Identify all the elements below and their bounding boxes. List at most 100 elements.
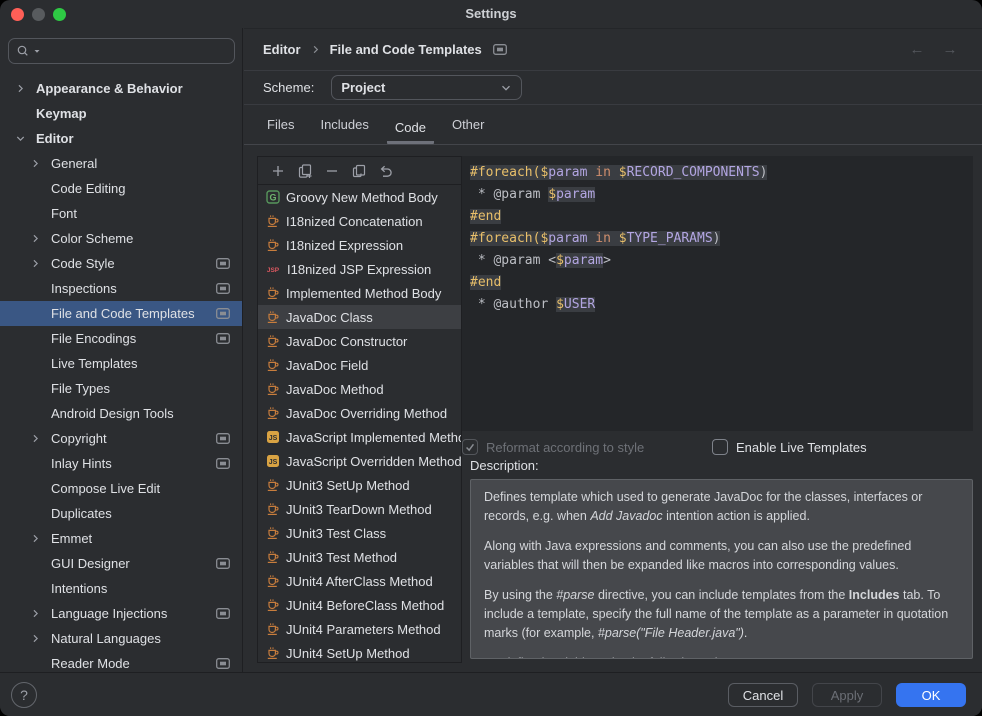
template-item-junit4-parameters-method[interactable]: JUnit4 Parameters Method — [258, 617, 461, 641]
sidebar-item-file-and-code-templates[interactable]: File and Code Templates — [0, 301, 242, 326]
back-button[interactable]: ← — [909, 42, 925, 58]
sidebar-item-android-design-tools[interactable]: Android Design Tools — [0, 401, 242, 426]
tab-other[interactable]: Other — [444, 117, 493, 144]
sidebar-item-natural-languages[interactable]: Natural Languages — [0, 626, 242, 651]
sidebar-item-file-types[interactable]: File Types — [0, 376, 242, 401]
tab-includes[interactable]: Includes — [312, 117, 376, 144]
chevron-right-icon[interactable] — [28, 633, 42, 644]
sidebar-item-copyright[interactable]: Copyright — [0, 426, 242, 451]
sidebar-item-label: Natural Languages — [51, 631, 161, 646]
template-item-junit4-setup-method[interactable]: JUnit4 SetUp Method — [258, 641, 461, 663]
search-input[interactable] — [8, 38, 235, 64]
sidebar-item-code-editing[interactable]: Code Editing — [0, 176, 242, 201]
template-item-javadoc-class[interactable]: JavaDoc Class — [258, 305, 461, 329]
create-child-template-button[interactable] — [291, 160, 318, 182]
sidebar-item-label: Code Style — [51, 256, 115, 271]
window-title: Settings — [0, 0, 982, 28]
sidebar-item-keymap[interactable]: Keymap — [0, 101, 242, 126]
sidebar-item-inspections[interactable]: Inspections — [0, 276, 242, 301]
sidebar-item-language-injections[interactable]: Language Injections — [0, 601, 242, 626]
copy-template-button[interactable] — [345, 160, 372, 182]
template-item-junit4-afterclass-method[interactable]: JUnit4 AfterClass Method — [258, 569, 461, 593]
description-paragraph: Along with Java expressions and comments… — [484, 537, 959, 575]
apply-button[interactable]: Apply — [812, 683, 882, 707]
sidebar-item-emmet[interactable]: Emmet — [0, 526, 242, 551]
zoom-button[interactable] — [53, 8, 66, 21]
close-button[interactable] — [11, 8, 24, 21]
enable-live-templates-checkbox[interactable]: Enable Live Templates — [712, 439, 867, 455]
reformat-checkbox[interactable]: Reformat according to style — [462, 439, 644, 455]
template-item-javadoc-overriding-method[interactable]: JavaDoc Overriding Method — [258, 401, 461, 425]
template-item-javadoc-constructor[interactable]: JavaDoc Constructor — [258, 329, 461, 353]
chevron-right-icon — [310, 44, 321, 55]
settings-badge-icon — [216, 333, 230, 344]
template-item-junit4-beforeclass-method[interactable]: JUnit4 BeforeClass Method — [258, 593, 461, 617]
chevron-right-icon[interactable] — [28, 258, 42, 269]
sidebar-item-code-style[interactable]: Code Style — [0, 251, 242, 276]
template-item-junit3-setup-method[interactable]: JUnit3 SetUp Method — [258, 473, 461, 497]
search-history-caret-icon[interactable] — [33, 47, 41, 55]
sidebar-item-duplicates[interactable]: Duplicates — [0, 501, 242, 526]
minimize-button[interactable] — [32, 8, 45, 21]
template-item-i18nized-jsp-expression[interactable]: JSPI18nized JSP Expression — [258, 257, 461, 281]
sidebar-item-font[interactable]: Font — [0, 201, 242, 226]
sidebar-item-appearance-behavior[interactable]: Appearance & Behavior — [0, 76, 242, 101]
add-template-button[interactable] — [264, 160, 291, 182]
sidebar-item-general[interactable]: General — [0, 151, 242, 176]
help-button[interactable]: ? — [11, 682, 37, 708]
template-item-label: JavaDoc Class — [286, 310, 373, 325]
settings-badge-icon — [216, 258, 230, 269]
tab-code[interactable]: Code — [387, 120, 434, 144]
template-item-junit3-test-class[interactable]: JUnit3 Test Class — [258, 521, 461, 545]
java-file-icon — [265, 286, 280, 300]
cancel-button[interactable]: Cancel — [728, 683, 798, 707]
chevron-down-icon[interactable] — [13, 133, 27, 144]
sidebar-item-file-encodings[interactable]: File Encodings — [0, 326, 242, 351]
template-item-label: JavaDoc Field — [286, 358, 368, 373]
sidebar-item-live-templates[interactable]: Live Templates — [0, 351, 242, 376]
template-item-implemented-method-body[interactable]: Implemented Method Body — [258, 281, 461, 305]
code-line: #end — [470, 206, 973, 228]
template-item-i18nized-expression[interactable]: I18nized Expression — [258, 233, 461, 257]
chevron-right-icon[interactable] — [28, 158, 42, 169]
template-item-junit3-teardown-method[interactable]: JUnit3 TearDown Method — [258, 497, 461, 521]
java-file-icon — [265, 550, 280, 564]
sidebar-item-compose-live-edit[interactable]: Compose Live Edit — [0, 476, 242, 501]
template-item-javadoc-field[interactable]: JavaDoc Field — [258, 353, 461, 377]
template-item-label: JavaScript Overridden Method Body — [286, 454, 461, 469]
template-item-javadoc-method[interactable]: JavaDoc Method — [258, 377, 461, 401]
chevron-right-icon[interactable] — [28, 608, 42, 619]
scheme-dropdown[interactable]: Project — [331, 75, 522, 100]
js-file-icon: JS — [265, 454, 280, 468]
template-item-groovy-new-method-body[interactable]: GGroovy New Method Body — [258, 185, 461, 209]
scheme-dropdown-value: Project — [341, 80, 385, 95]
reset-to-default-button[interactable] — [372, 160, 399, 182]
chevron-right-icon[interactable] — [28, 233, 42, 244]
sidebar-item-reader-mode[interactable]: Reader Mode — [0, 651, 242, 672]
breadcrumb: Editor File and Code Templates ← → — [244, 29, 982, 71]
template-item-javascript-implemented-method-body[interactable]: JSJavaScript Implemented Method Body — [258, 425, 461, 449]
java-file-icon — [265, 574, 280, 588]
template-item-javascript-overridden-method-body[interactable]: JS JavaScript Overridden Method Body — [258, 449, 461, 473]
sidebar-item-editor[interactable]: Editor — [0, 126, 242, 151]
template-item-junit3-test-method[interactable]: JUnit3 Test Method — [258, 545, 461, 569]
ok-button[interactable]: OK — [896, 683, 966, 707]
chevron-down-icon — [500, 82, 512, 94]
settings-badge-icon — [493, 44, 507, 55]
tab-files[interactable]: Files — [259, 117, 302, 144]
sidebar-item-gui-designer[interactable]: GUI Designer — [0, 551, 242, 576]
enable-live-templates-label: Enable Live Templates — [736, 440, 867, 455]
remove-template-button[interactable] — [318, 160, 345, 182]
settings-badge-icon — [216, 658, 230, 669]
chevron-right-icon[interactable] — [13, 83, 27, 94]
sidebar-item-color-scheme[interactable]: Color Scheme — [0, 226, 242, 251]
sidebar-item-inlay-hints[interactable]: Inlay Hints — [0, 451, 242, 476]
template-item-label: JavaDoc Overriding Method — [286, 406, 447, 421]
chevron-right-icon[interactable] — [28, 433, 42, 444]
breadcrumb-editor[interactable]: Editor — [263, 42, 301, 57]
forward-button[interactable]: → — [942, 42, 958, 58]
chevron-right-icon[interactable] — [28, 533, 42, 544]
template-editor[interactable]: #foreach($param in $RECORD_COMPONENTS) *… — [462, 156, 973, 431]
sidebar-item-intentions[interactable]: Intentions — [0, 576, 242, 601]
template-item-i18nized-concatenation[interactable]: I18nized Concatenation — [258, 209, 461, 233]
